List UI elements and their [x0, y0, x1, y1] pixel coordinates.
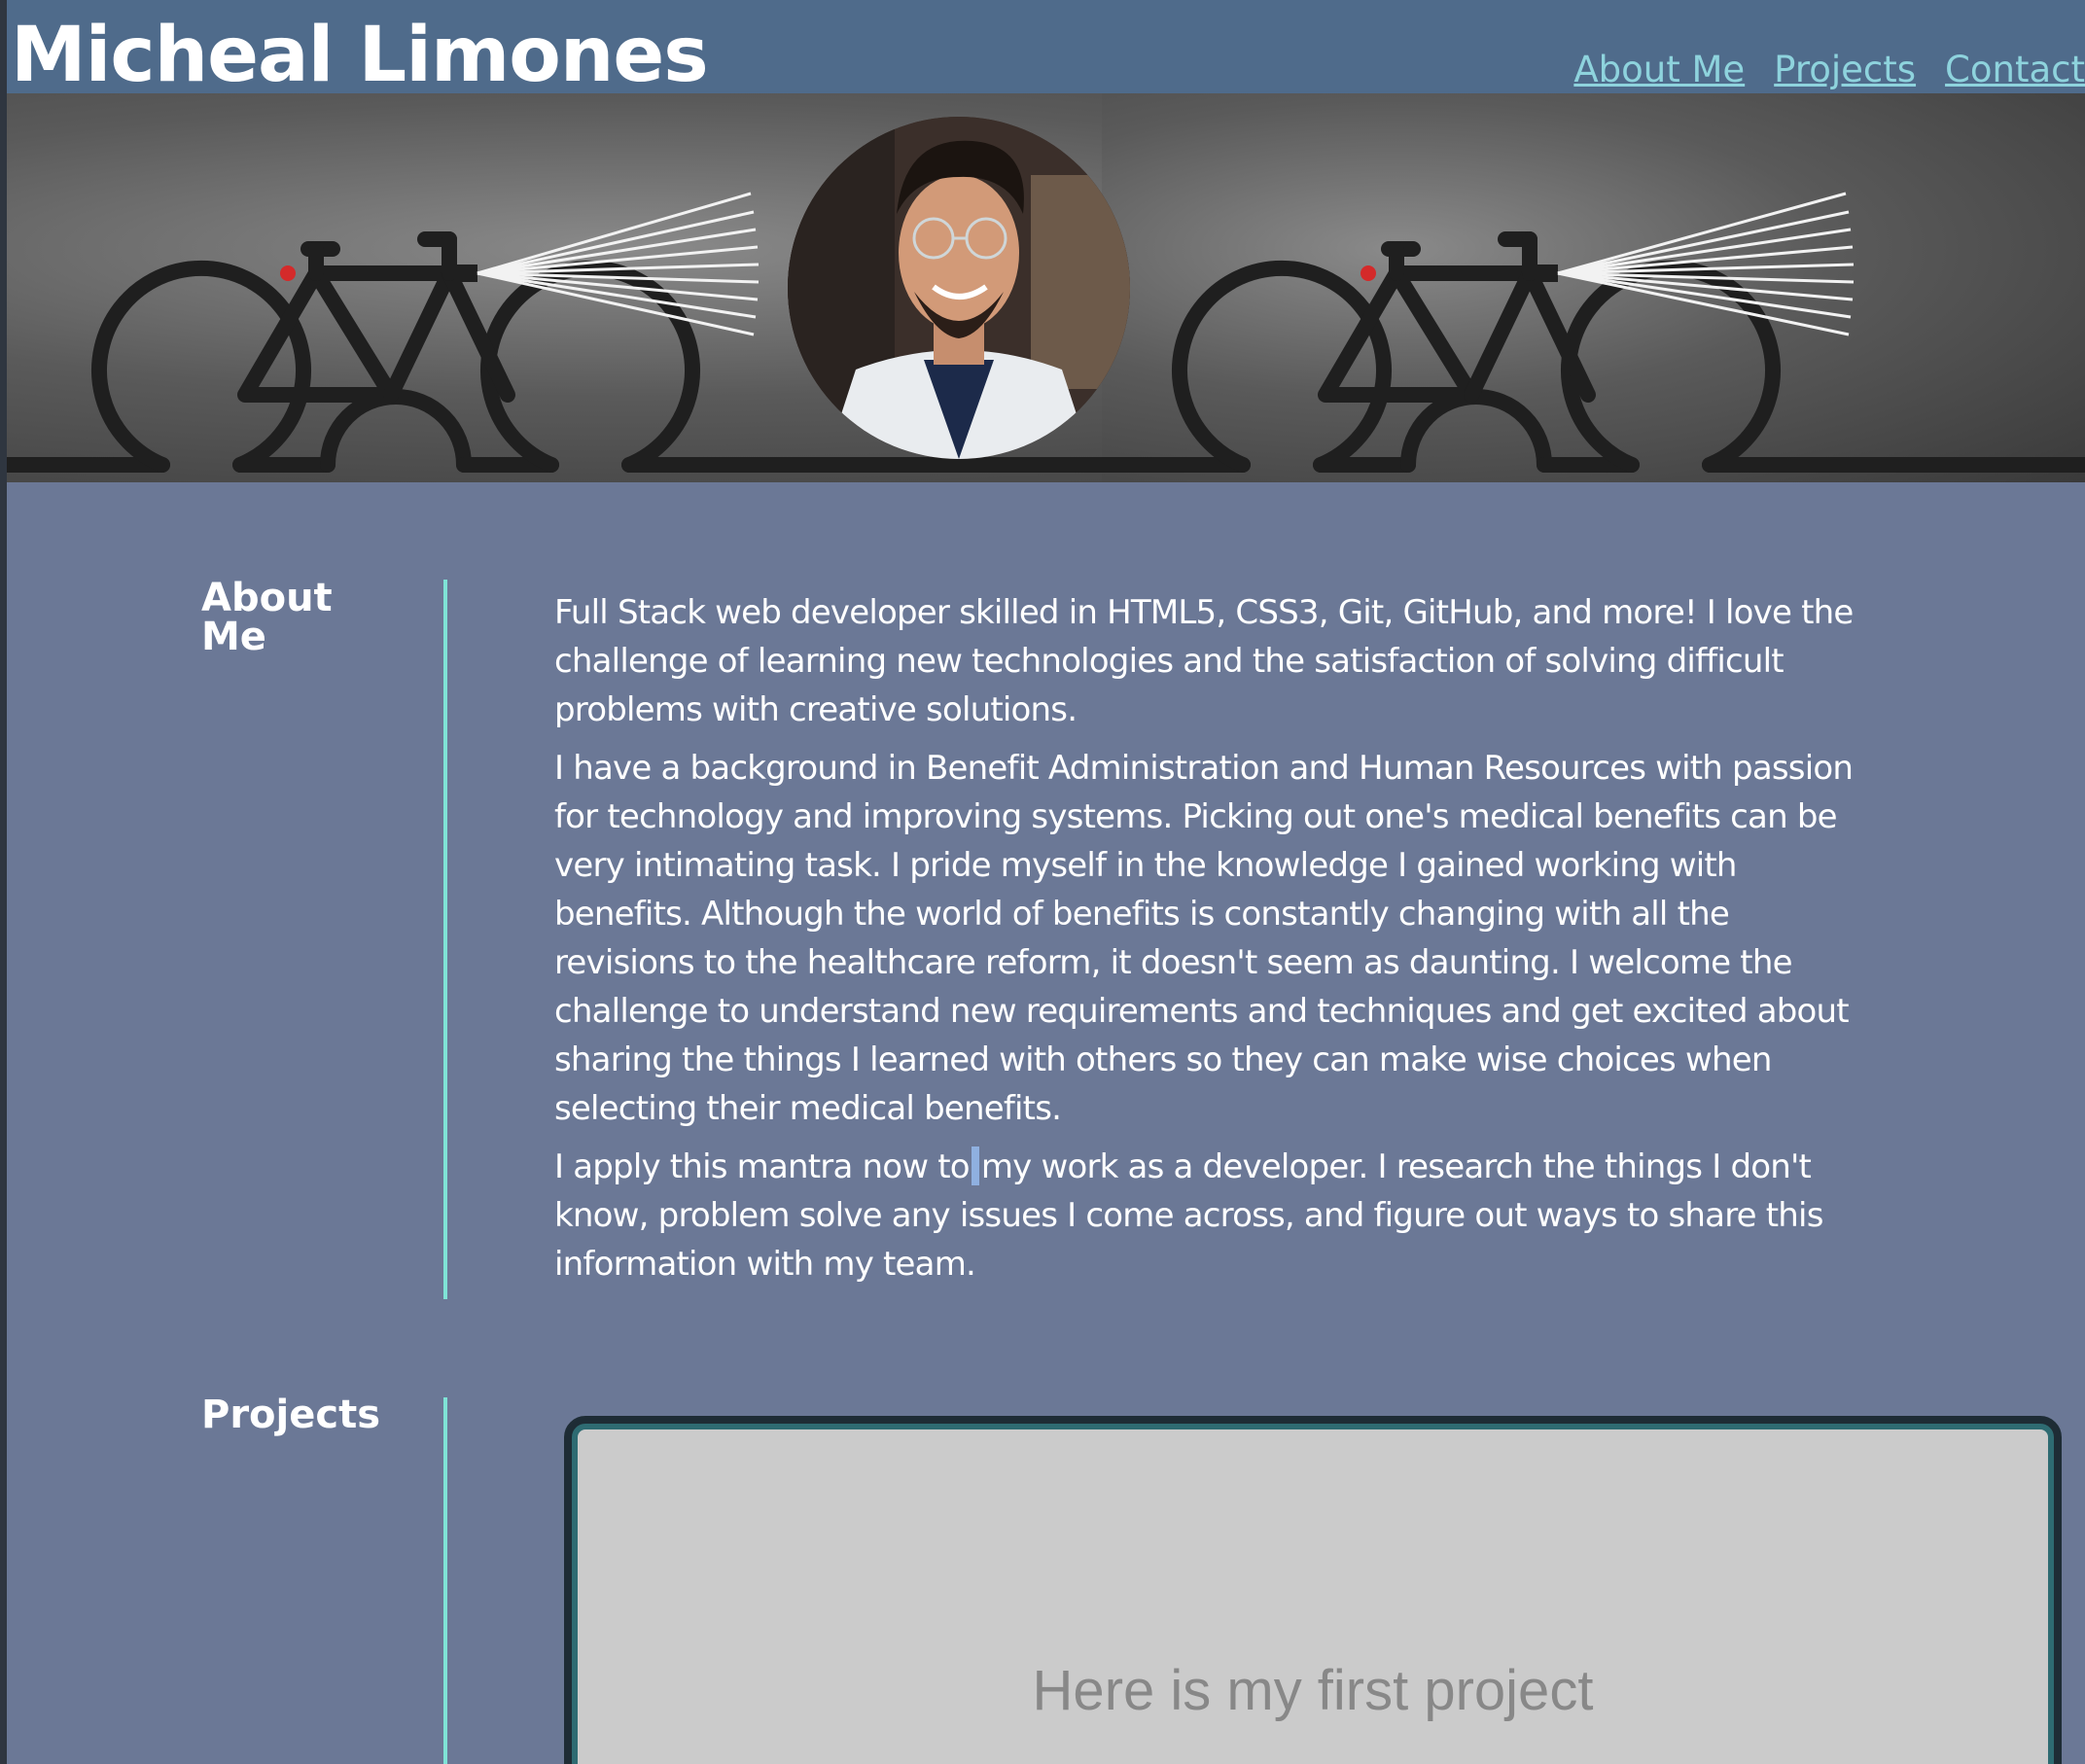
- about-divider: [443, 580, 447, 1299]
- main-nav: About Me Projects Contact: [1573, 49, 2085, 90]
- nav-about-me-link[interactable]: About Me: [1573, 49, 1745, 90]
- window-edge: [0, 0, 7, 1764]
- bike-illustration-right: [1102, 192, 2085, 473]
- about-paragraph-1: Full Stack web developer skilled in HTML…: [554, 593, 1854, 729]
- nav-contact-link[interactable]: Contact: [1945, 49, 2085, 90]
- site-title: Micheal Limones: [11, 12, 709, 99]
- profile-photo-icon: [788, 117, 1130, 459]
- profile-avatar: [788, 117, 1130, 459]
- projects-divider: [443, 1397, 447, 1764]
- project-caption: Here is my first project: [1032, 1659, 1594, 1722]
- project-card-first[interactable]: Here is my first project: [564, 1416, 2062, 1764]
- about-paragraph-3-start: I apply this mantra now to: [554, 1147, 971, 1186]
- project-card-inner: Here is my first project: [578, 1429, 2048, 1764]
- nav-projects-link[interactable]: Projects: [1774, 49, 1916, 90]
- site-header: Micheal Limones About Me Projects Contac…: [7, 0, 2085, 93]
- hero-banner: [7, 93, 2085, 482]
- about-text: Full Stack web developer skilled in HTML…: [554, 588, 1877, 1298]
- about-paragraph-3: I apply this mantra now to my work as a d…: [554, 1143, 1877, 1288]
- projects-section-label: Projects: [201, 1393, 381, 1437]
- text-cursor: [971, 1147, 979, 1185]
- about-paragraph-2: I have a background in Benefit Administr…: [554, 749, 1854, 1128]
- about-section-label: About Me: [201, 576, 333, 659]
